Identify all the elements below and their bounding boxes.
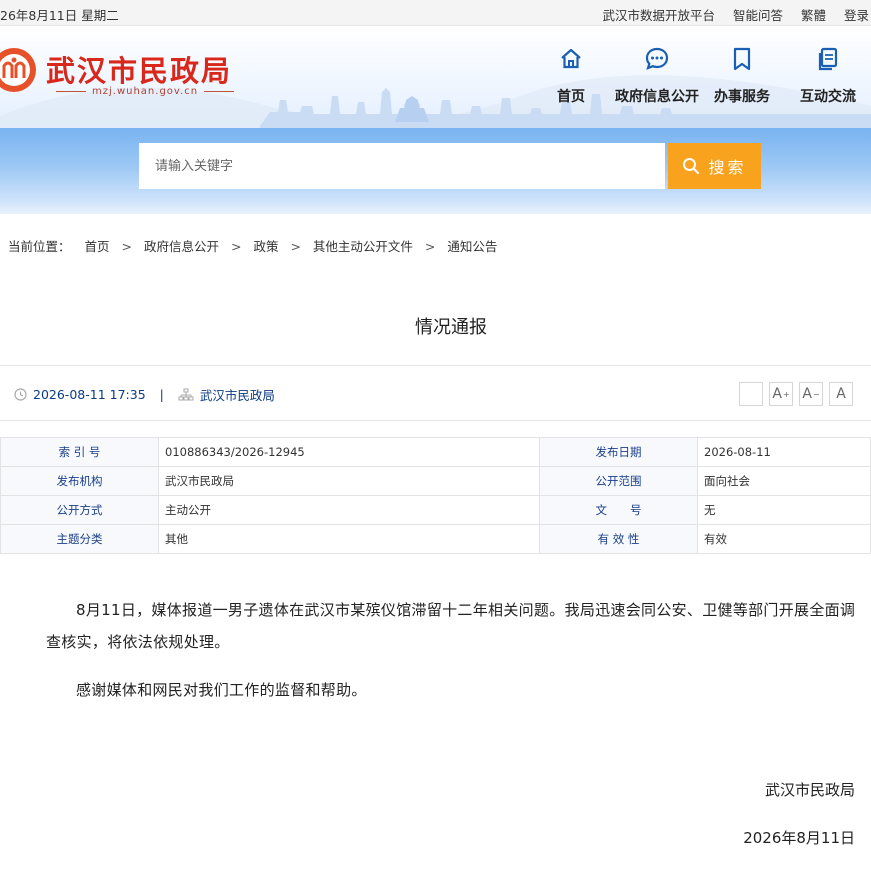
- document-number-value: 无: [697, 495, 871, 525]
- search-banner: 搜索: [0, 128, 871, 214]
- civil-affairs-emblem-icon: [0, 48, 36, 92]
- nav-interaction[interactable]: 互动交流: [799, 46, 857, 106]
- site-header: 武汉市民政局 mzj.wuhan.gov.cn 首页 政府信息公开 办事服务 互…: [0, 26, 871, 128]
- meta-divider: |: [159, 387, 164, 402]
- top-links: 武汉市数据开放平台 智能问答 繁體 登录: [588, 5, 869, 24]
- breadcrumb: 当前位置： 首页 > 政府信息公开 > 政策 > 其他主动公开文件 > 通知公告: [8, 236, 497, 255]
- topic-category-label: 主题分类: [0, 524, 159, 554]
- login-link[interactable]: 登录: [844, 8, 869, 23]
- chat-icon: [645, 47, 669, 70]
- site-title[interactable]: 武汉市民政局: [46, 48, 232, 90]
- article-meta: 2026-08-11 17:35 | 武汉市民政局: [14, 385, 275, 404]
- search-input[interactable]: [139, 143, 665, 189]
- nav-interaction-label: 互动交流: [800, 89, 856, 105]
- document-info-table: 索 引 号 010886343/2026-12945 发布日期 2026-08-…: [0, 437, 871, 554]
- publish-date-value: 2026-08-11: [697, 437, 871, 467]
- open-data-link[interactable]: 武汉市数据开放平台: [602, 8, 715, 23]
- search-button-label: 搜索: [708, 158, 747, 177]
- topic-category-value: 其他: [158, 524, 540, 554]
- article-title: 情况通报: [415, 317, 487, 338]
- breadcrumb-policy[interactable]: 政策: [253, 239, 278, 254]
- home-icon: [561, 48, 581, 69]
- publish-datetime: 2026-08-11 17:35: [33, 387, 146, 402]
- body-paragraph: 8月11日，媒体报道一男子遗体在武汉市某殡仪馆滞留十二年相关问题。我局迅速会同公…: [46, 601, 856, 651]
- nav-home[interactable]: 首页: [551, 46, 591, 106]
- signature-organization: 武汉市民政局: [764, 781, 855, 799]
- print-button[interactable]: [739, 382, 763, 406]
- disclosure-method-label: 公开方式: [0, 495, 159, 525]
- breadcrumb-notices[interactable]: 通知公告: [447, 239, 497, 254]
- font-decrease-button[interactable]: A −: [799, 382, 823, 406]
- breadcrumb-separator: >: [121, 239, 132, 254]
- table-row: 主题分类 其他 有 效 性 有效: [0, 524, 871, 554]
- table-row: 索 引 号 010886343/2026-12945 发布日期 2026-08-…: [0, 437, 871, 467]
- search-icon: [683, 158, 700, 175]
- current-date: 26年8月11日 星期二: [0, 8, 119, 23]
- breadcrumb-gov-info[interactable]: 政府信息公开: [144, 239, 219, 254]
- publisher-name: 武汉市民政局: [199, 388, 275, 403]
- search-button[interactable]: 搜索: [668, 143, 761, 189]
- disclosure-scope-value: 面向社会: [697, 466, 871, 496]
- nav-services[interactable]: 办事服务: [713, 46, 771, 106]
- top-utility-bar: 26年8月11日 星期二 武汉市数据开放平台 智能问答 繁體 登录: [0, 0, 871, 26]
- clock-icon: [14, 388, 27, 401]
- nav-gov-info-disclosure[interactable]: 政府信息公开: [614, 46, 700, 106]
- index-number-value: 010886343/2026-12945: [158, 437, 540, 467]
- breadcrumb-other-files[interactable]: 其他主动公开文件: [313, 239, 413, 254]
- document-number-label: 文 号: [539, 495, 698, 525]
- breadcrumb-separator: >: [230, 239, 242, 254]
- issuing-agency-label: 发布机构: [0, 466, 159, 496]
- article-body: 8月11日，媒体报道一男子遗体在武汉市某殡仪馆滞留十二年相关问题。我局迅速会同公…: [46, 594, 858, 722]
- article-meta-row: 2026-08-11 17:35 | 武汉市民政局 A + A − A: [0, 365, 871, 421]
- traditional-chinese-link[interactable]: 繁體: [801, 8, 826, 23]
- breadcrumb-home[interactable]: 首页: [85, 239, 110, 254]
- validity-value: 有效: [697, 524, 871, 554]
- signature-date: 2026年8月11日: [743, 829, 855, 847]
- breadcrumb-separator: >: [290, 239, 301, 254]
- table-row: 公开方式 主动公开 文 号 无: [0, 495, 871, 525]
- index-number-label: 索 引 号: [0, 437, 159, 467]
- breadcrumb-prefix: 当前位置：: [8, 239, 71, 254]
- disclosure-method-value: 主动公开: [158, 495, 540, 525]
- font-increase-button[interactable]: A +: [769, 382, 793, 406]
- document-icon: [818, 47, 838, 71]
- disclosure-scope-label: 公开范围: [539, 466, 698, 496]
- validity-label: 有 效 性: [539, 524, 698, 554]
- nav-gov-info-label: 政府信息公开: [615, 89, 699, 105]
- bookmark-icon: [733, 47, 751, 71]
- organization-icon: [178, 388, 194, 401]
- smart-qa-link[interactable]: 智能问答: [733, 8, 783, 23]
- nav-services-label: 办事服务: [714, 89, 770, 105]
- font-default-button[interactable]: A: [829, 382, 853, 406]
- table-row: 发布机构 武汉市民政局 公开范围 面向社会: [0, 466, 871, 496]
- publish-date-label: 发布日期: [539, 437, 698, 467]
- font-size-controls: A + A − A: [739, 382, 853, 406]
- site-url: mzj.wuhan.gov.cn: [50, 86, 232, 97]
- breadcrumb-separator: >: [424, 239, 436, 254]
- issuing-agency-value: 武汉市民政局: [158, 466, 540, 496]
- nav-home-label: 首页: [557, 89, 585, 105]
- body-paragraph: 感谢媒体和网民对我们工作的监督和帮助。: [76, 681, 367, 699]
